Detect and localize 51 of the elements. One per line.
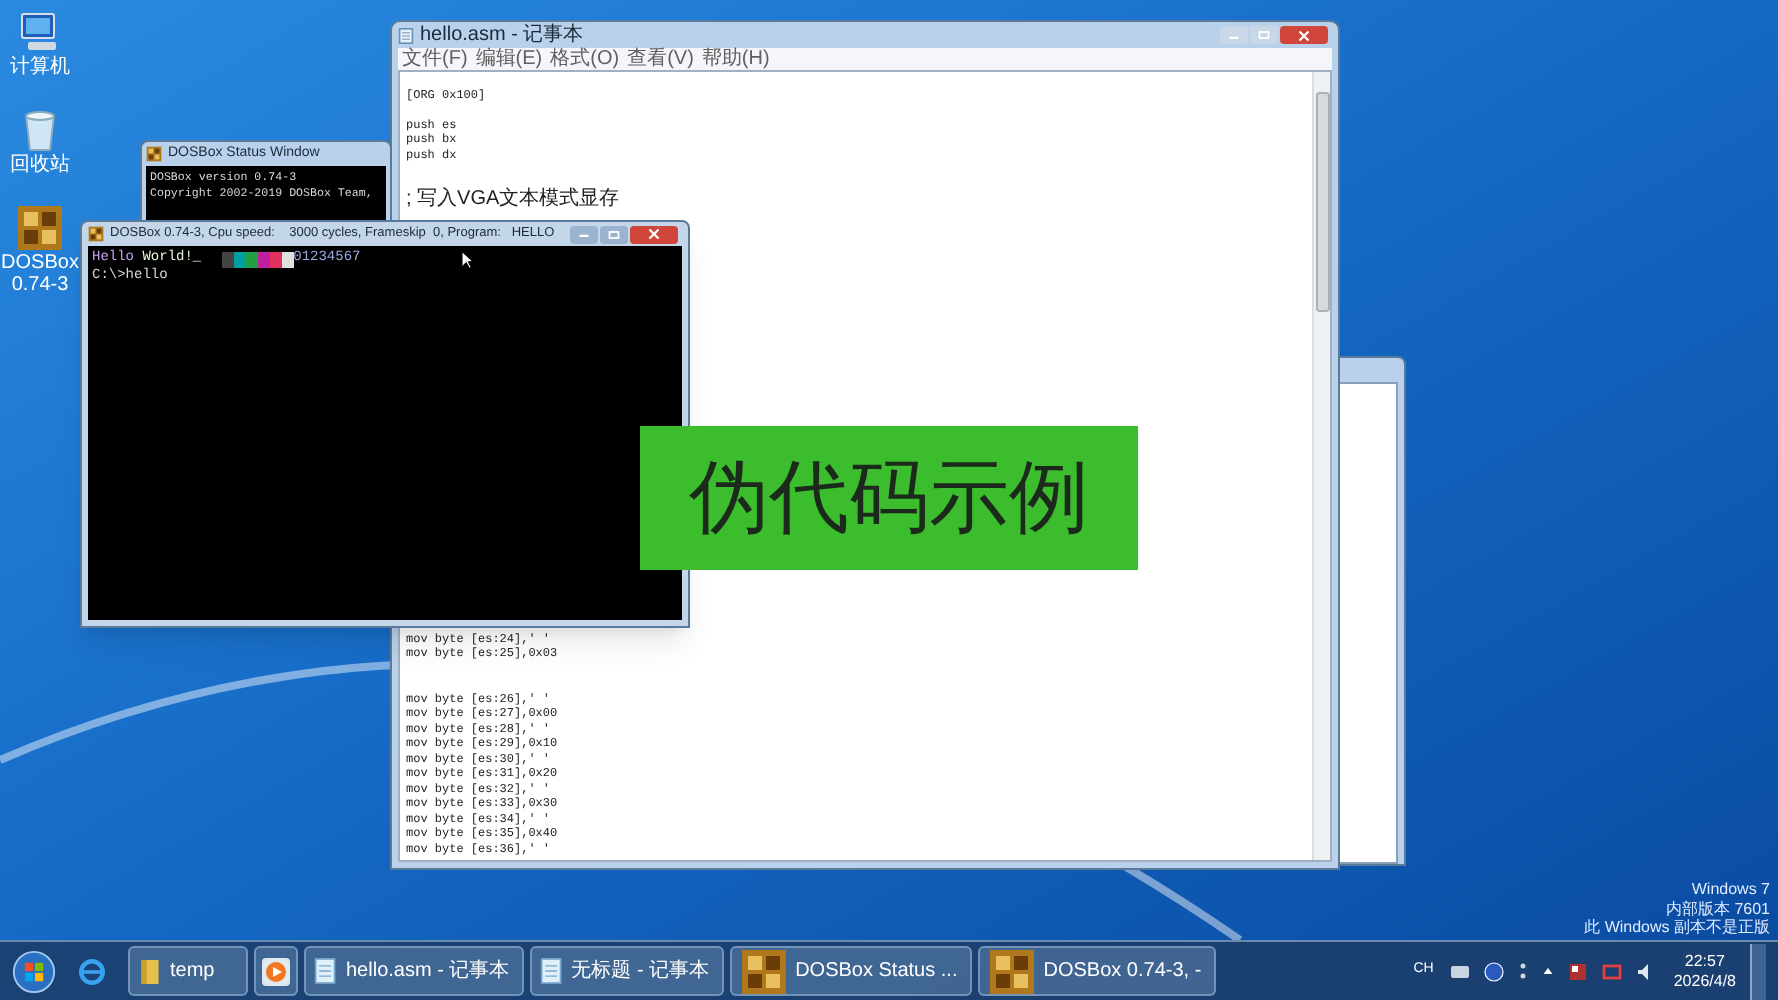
close-button[interactable] [1280, 26, 1328, 44]
notepad-icon [314, 956, 338, 986]
show-hidden-icons-button[interactable] [1541, 966, 1554, 976]
dosbox-icon [987, 947, 1036, 995]
dosbox-icon [146, 146, 162, 162]
dosbox-icon[interactable] [16, 204, 64, 252]
scrollbar[interactable] [1312, 72, 1330, 860]
desktop-icon-label[interactable]: 计算机 [0, 56, 80, 78]
show-desktop-button[interactable] [1750, 943, 1766, 999]
system-notice: 内部版本 7601 [1665, 899, 1770, 918]
dosbox-icon [739, 947, 788, 995]
menu-item[interactable]: 编辑(E) [475, 49, 543, 69]
desktop-icon-label[interactable]: 回收站 [0, 154, 80, 176]
scrollbar-thumb[interactable] [1315, 92, 1329, 312]
taskbar-button[interactable] [254, 946, 298, 996]
minimize-icon [578, 230, 590, 238]
dosbox-icon [88, 226, 104, 242]
system-notice: Windows 7 [1691, 880, 1770, 899]
taskbar-button[interactable]: hello.asm - 记事本 [304, 946, 524, 996]
media-player-icon [260, 955, 292, 987]
taskbar-button[interactable]: DOSBox 0.74-3, - [977, 946, 1216, 996]
clock-time: 22:57 [1684, 951, 1725, 971]
minimize-button[interactable] [570, 225, 598, 243]
caption-text: 伪代码示例 [689, 454, 1089, 542]
browser-icon[interactable] [74, 953, 110, 989]
minimize-icon [1228, 31, 1240, 39]
close-icon [1298, 29, 1310, 41]
window-title: hello.asm - 记事本 [420, 24, 584, 46]
code-comment: ; 写入VGA文本模式显存 [406, 188, 622, 212]
folder-icon [138, 955, 162, 987]
taskbar-button[interactable]: 无标题 - 记事本 [529, 946, 724, 996]
maximize-icon [608, 229, 620, 239]
dots-icon[interactable] [1517, 962, 1528, 980]
notepad-icon [398, 27, 414, 43]
menu-item[interactable]: 文件(F) [402, 49, 468, 69]
close-icon [648, 228, 660, 240]
menu-item[interactable]: 帮助(H) [701, 49, 770, 69]
taskbar-button[interactable]: temp [128, 946, 248, 996]
menu-item[interactable]: 格式(O) [550, 49, 620, 69]
clock[interactable]: 22:57 2026/4/8 [1673, 951, 1736, 991]
maximize-button[interactable] [600, 225, 628, 243]
notepad-icon [539, 956, 564, 986]
keyboard-icon[interactable] [1449, 963, 1470, 979]
menu-item[interactable]: 查看(V) [627, 49, 694, 69]
close-button[interactable] [630, 225, 678, 243]
desktop-icon-label[interactable]: DOSBox 0.74-3 [0, 252, 80, 296]
system-notice: 此 Windows 副本不是正版 [1584, 918, 1770, 937]
clock-date: 2026/4/8 [1673, 971, 1736, 991]
start-button[interactable] [12, 949, 56, 993]
maximize-icon [1258, 30, 1270, 40]
taskbar-button[interactable]: DOSBox Status ... [729, 946, 972, 996]
